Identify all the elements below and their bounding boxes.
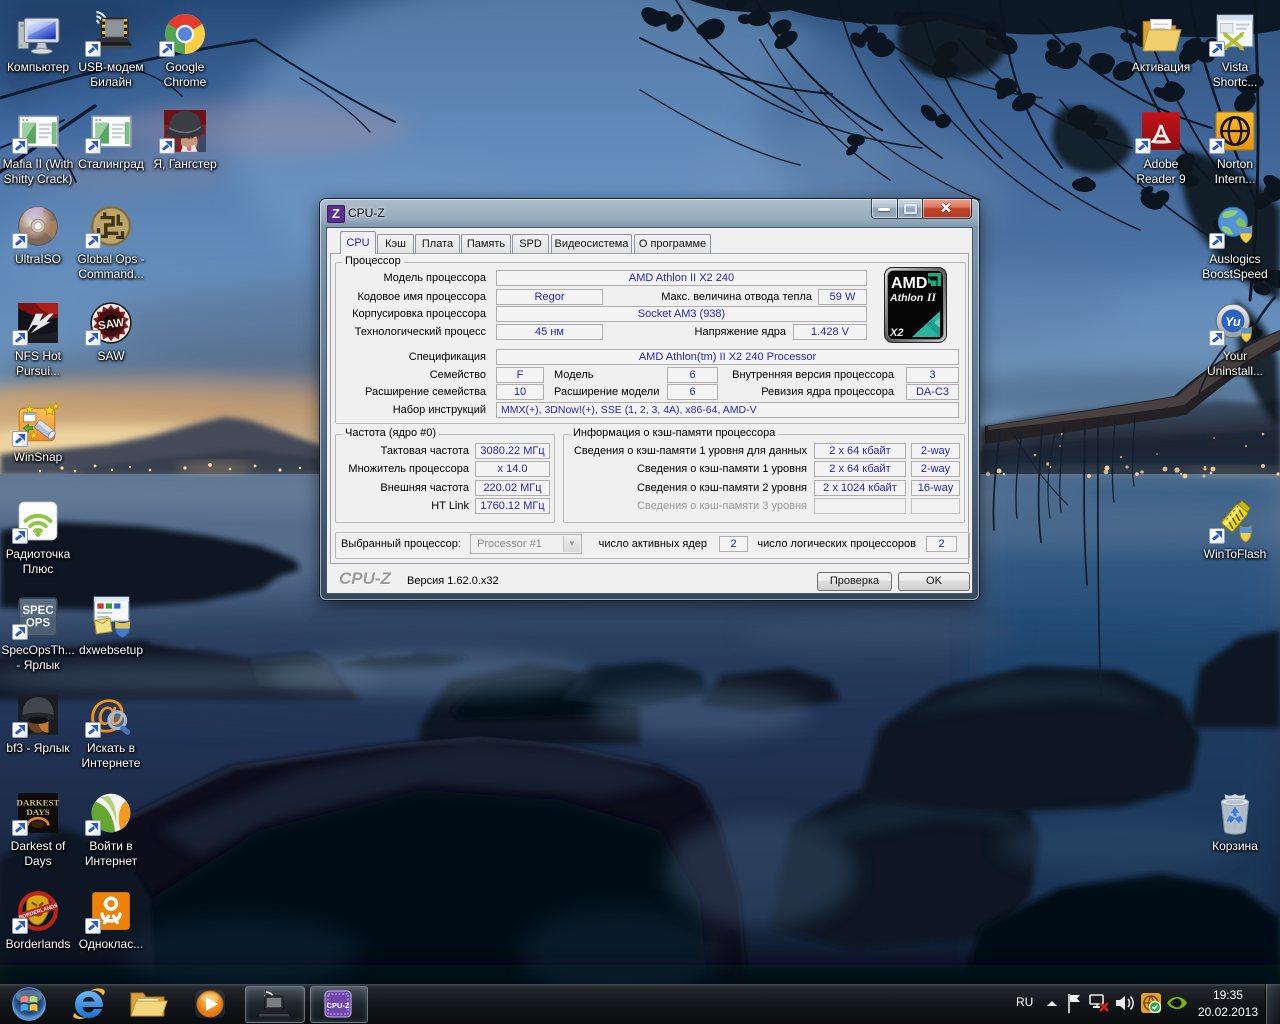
svg-text:SPEC: SPEC [22,605,53,617]
svg-text:OPS: OPS [26,617,51,629]
svg-text:Yu: Yu [1225,315,1241,329]
svg-text:X2: X2 [889,327,903,339]
svg-text:II: II [926,292,936,304]
svg-text:Athlon: Athlon [889,292,923,304]
svg-text:AMD: AMD [891,275,927,292]
svg-text:DAYS: DAYS [26,807,49,817]
